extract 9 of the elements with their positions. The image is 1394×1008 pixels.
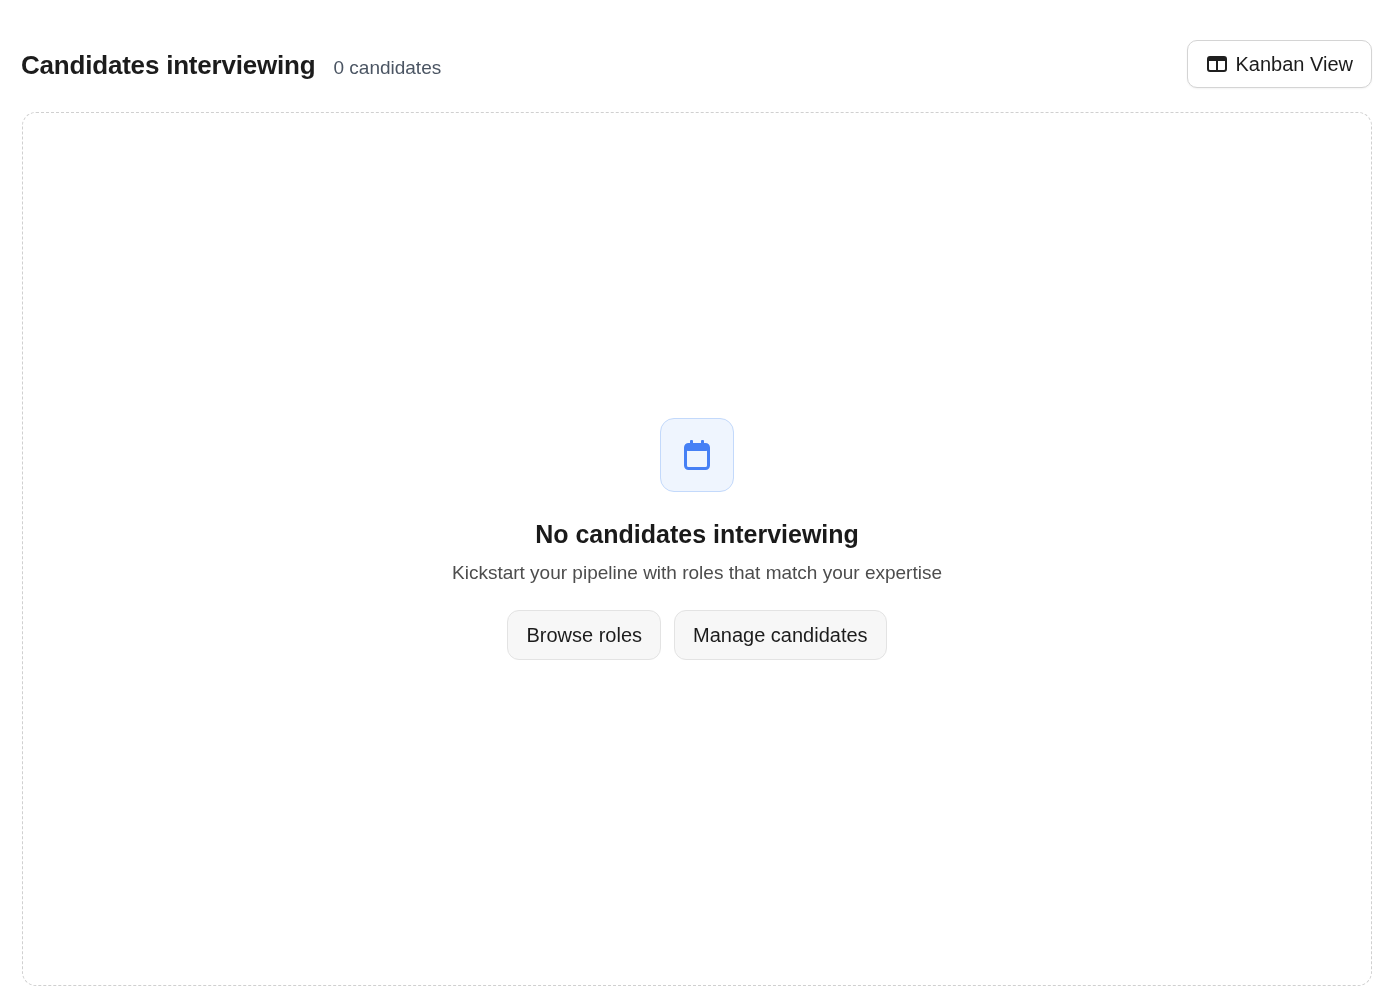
empty-state-message: Kickstart your pipeline with roles that match your expertise bbox=[452, 562, 942, 584]
action-button[interactable]: Browse roles bbox=[507, 610, 661, 660]
candidate-count: 0 candidates bbox=[333, 57, 442, 79]
calendar-icon bbox=[660, 418, 734, 492]
empty-state-title: No candidates interviewing bbox=[535, 520, 859, 549]
action-button[interactable]: Manage candidates bbox=[674, 610, 887, 660]
kanban-view-button[interactable]: Kanban View bbox=[1186, 40, 1372, 88]
page-title: Candidates interviewing bbox=[21, 50, 316, 81]
columns-icon bbox=[1206, 56, 1227, 72]
